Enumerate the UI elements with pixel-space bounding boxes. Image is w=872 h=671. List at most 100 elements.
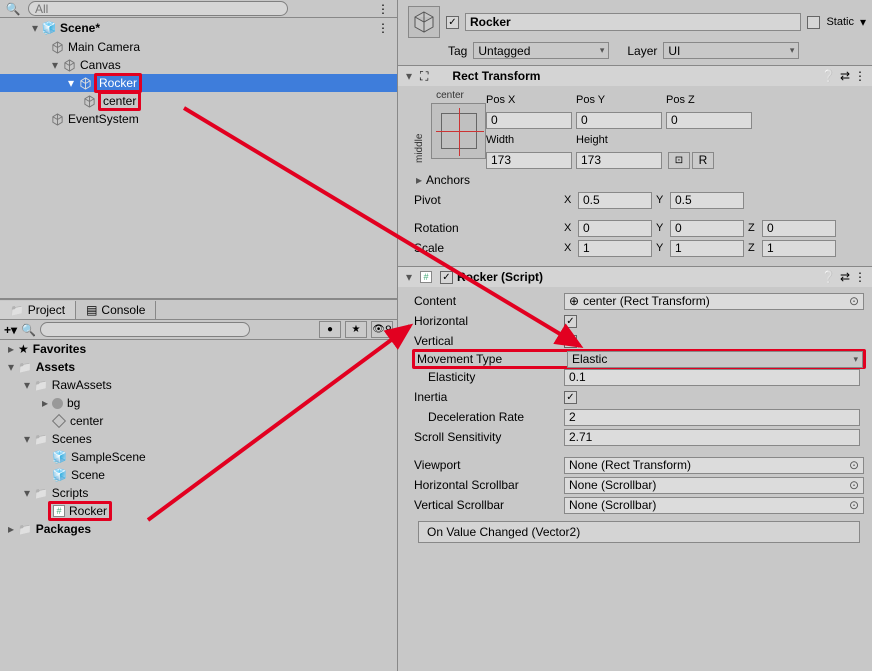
tag-dropdown[interactable]: Untagged bbox=[473, 42, 609, 59]
pivot-x-input[interactable]: 0.5 bbox=[578, 192, 652, 209]
anchor-middle-label: middle bbox=[414, 101, 425, 163]
hierarchy-center[interactable]: center bbox=[0, 92, 397, 110]
filter-circle-icon[interactable]: ● bbox=[319, 321, 341, 338]
folder-icon bbox=[18, 360, 32, 374]
kebab-icon[interactable]: ⋮ bbox=[854, 270, 866, 284]
favorites-row[interactable]: ▸ ★ Favorites bbox=[0, 340, 397, 358]
hierarchy-main-camera[interactable]: Main Camera bbox=[0, 38, 397, 56]
sprite-icon bbox=[52, 414, 66, 428]
on-value-changed-event[interactable]: On Value Changed (Vector2) bbox=[418, 521, 860, 543]
scene-row[interactable]: ▾ 🧊 Scene* ⋮ bbox=[0, 18, 397, 38]
add-icon[interactable]: +▾ bbox=[4, 323, 17, 337]
scripts-row[interactable]: ▾ Scripts bbox=[0, 484, 397, 502]
rocker-script-header[interactable]: ▾ # Rocker (Script) ❔ ⇄ ⋮ bbox=[398, 267, 872, 287]
help-icon[interactable]: ❔ bbox=[821, 270, 836, 284]
chevron-down-icon[interactable]: ▾ bbox=[22, 488, 32, 498]
blueprint-mode-button[interactable]: ⊡ bbox=[668, 152, 690, 169]
static-checkbox[interactable] bbox=[807, 16, 820, 29]
preset-icon[interactable]: ⇄ bbox=[840, 270, 850, 284]
gameobject-name-input[interactable]: Rocker bbox=[465, 13, 801, 31]
favorite-icon[interactable]: ★ bbox=[345, 321, 367, 338]
hierarchy-search-input[interactable] bbox=[28, 1, 288, 16]
kebab-icon[interactable]: ⋮ bbox=[854, 69, 866, 83]
script-enabled-checkbox[interactable] bbox=[440, 271, 453, 284]
h-scrollbar-label: Horizontal Scrollbar bbox=[414, 478, 564, 492]
assets-row[interactable]: ▾ Assets bbox=[0, 358, 397, 376]
anchor-presets-button[interactable] bbox=[431, 103, 486, 159]
kebab-icon[interactable]: ⋮ bbox=[377, 21, 397, 35]
width-input[interactable]: 173 bbox=[486, 152, 572, 169]
visibility-icon[interactable]: 👁8 bbox=[371, 321, 393, 338]
active-checkbox[interactable] bbox=[446, 16, 459, 29]
scale-y-input[interactable]: 1 bbox=[670, 240, 744, 257]
chevron-down-icon[interactable]: ▾ bbox=[404, 71, 414, 81]
hierarchy-rocker[interactable]: ▾ Rocker bbox=[0, 74, 397, 92]
sample-scene-row[interactable]: 🧊 SampleScene bbox=[0, 448, 397, 466]
rawassets-row[interactable]: ▾ RawAssets bbox=[0, 376, 397, 394]
posz-input[interactable]: 0 bbox=[666, 112, 752, 129]
scroll-sensitivity-input[interactable]: 2.71 bbox=[564, 429, 860, 446]
hierarchy-panel: 🔍 ⋮ ▾ 🧊 Scene* ⋮ Main Camera ▾ bbox=[0, 0, 397, 300]
chevron-down-icon[interactable]: ▾ bbox=[6, 362, 16, 372]
scene-icon: 🧊 bbox=[42, 21, 56, 35]
movement-type-dropdown[interactable]: Elastic bbox=[567, 351, 863, 368]
kebab-icon[interactable]: ⋮ bbox=[377, 2, 397, 16]
height-input[interactable]: 173 bbox=[576, 152, 662, 169]
chevron-right-icon[interactable]: ▸ bbox=[6, 344, 16, 354]
layer-dropdown[interactable]: UI bbox=[663, 42, 799, 59]
static-dropdown-icon[interactable]: ▾ bbox=[860, 15, 866, 29]
vertical-checkbox[interactable] bbox=[564, 335, 577, 348]
scene-file-row[interactable]: 🧊 Scene bbox=[0, 466, 397, 484]
posx-input[interactable]: 0 bbox=[486, 112, 572, 129]
chevron-down-icon[interactable]: ▾ bbox=[66, 78, 76, 88]
tab-console[interactable]: ▤Console bbox=[76, 301, 156, 319]
packages-row[interactable]: ▸ Packages bbox=[0, 520, 397, 538]
rot-y-input[interactable]: 0 bbox=[670, 220, 744, 237]
chevron-right-icon[interactable]: ▸ bbox=[414, 175, 424, 185]
raw-edit-button[interactable]: R bbox=[692, 152, 714, 169]
viewport-label: Viewport bbox=[414, 458, 564, 472]
horizontal-checkbox[interactable] bbox=[564, 315, 577, 328]
elasticity-input[interactable]: 0.1 bbox=[564, 369, 860, 386]
viewport-object-field[interactable]: None (Rect Transform) bbox=[564, 457, 864, 474]
rocker-script-row[interactable]: # Rocker bbox=[0, 502, 397, 520]
chevron-down-icon[interactable]: ▾ bbox=[22, 380, 32, 390]
gameobject-icon bbox=[50, 112, 64, 126]
bg-row[interactable]: ▸ bg bbox=[0, 394, 397, 412]
pivot-y-input[interactable]: 0.5 bbox=[670, 192, 744, 209]
chevron-down-icon[interactable]: ▾ bbox=[22, 434, 32, 444]
folder-icon bbox=[34, 432, 48, 446]
content-object-field[interactable]: ⊕ center (Rect Transform) bbox=[564, 293, 864, 310]
scenes-row[interactable]: ▾ Scenes bbox=[0, 430, 397, 448]
project-panel: Project ▤Console +▾ 🔍 ● ★ 👁8 ▸ ★ Favorit… bbox=[0, 300, 397, 671]
chevron-down-icon[interactable]: ▾ bbox=[404, 272, 414, 282]
hierarchy-canvas[interactable]: ▾ Canvas bbox=[0, 56, 397, 74]
chevron-right-icon[interactable]: ▸ bbox=[40, 398, 50, 408]
help-icon[interactable]: ❔ bbox=[821, 69, 836, 83]
scale-x-input[interactable]: 1 bbox=[578, 240, 652, 257]
rot-z-input[interactable]: 0 bbox=[762, 220, 836, 237]
folder-icon bbox=[10, 303, 24, 317]
gameobject-cube-icon[interactable] bbox=[408, 6, 440, 38]
anchors-label: Anchors bbox=[426, 173, 576, 187]
center-asset-row[interactable]: center bbox=[0, 412, 397, 430]
scale-z-input[interactable]: 1 bbox=[762, 240, 836, 257]
inertia-checkbox[interactable] bbox=[564, 391, 577, 404]
h-scrollbar-object-field[interactable]: None (Scrollbar) bbox=[564, 477, 864, 494]
folder-icon bbox=[34, 486, 48, 500]
chevron-down-icon[interactable]: ▾ bbox=[30, 23, 40, 33]
deceleration-input[interactable]: 2 bbox=[564, 409, 860, 426]
project-search-input[interactable] bbox=[40, 322, 250, 337]
posy-input[interactable]: 0 bbox=[576, 112, 662, 129]
search-icon: 🔍 bbox=[21, 323, 36, 337]
scroll-sensitivity-label: Scroll Sensitivity bbox=[414, 430, 564, 444]
preset-icon[interactable]: ⇄ bbox=[840, 69, 850, 83]
content-label: Content bbox=[414, 294, 564, 308]
chevron-down-icon[interactable]: ▾ bbox=[50, 60, 60, 70]
rot-x-input[interactable]: 0 bbox=[578, 220, 652, 237]
tab-project[interactable]: Project bbox=[0, 301, 76, 319]
hierarchy-eventsystem[interactable]: EventSystem bbox=[0, 110, 397, 128]
chevron-right-icon[interactable]: ▸ bbox=[6, 524, 16, 534]
rect-transform-header[interactable]: ▾ ⛶ Rect Transform ❔ ⇄ ⋮ bbox=[398, 66, 872, 86]
v-scrollbar-object-field[interactable]: None (Scrollbar) bbox=[564, 497, 864, 514]
